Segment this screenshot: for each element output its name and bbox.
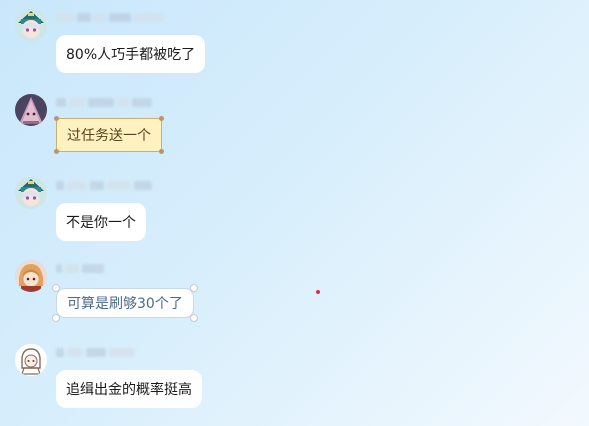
sender-name-blurred: [56, 11, 166, 24]
message-text: 可算是刷够30个了: [67, 296, 183, 312]
message-text: 80%人巧手都被吃了: [66, 47, 196, 63]
message-text: 不是你一个: [66, 215, 136, 231]
message-item: 过任务送一个: [0, 94, 589, 174]
sender-name-blurred: [56, 96, 166, 109]
bubble-corner-ornament: [189, 314, 198, 322]
message-text: 追缉出金的概率挺高: [66, 382, 192, 398]
avatar[interactable]: [15, 177, 47, 209]
message-item: 80%人巧手都被吃了: [0, 9, 589, 89]
avatar[interactable]: [15, 260, 47, 292]
sender-name-blurred: [56, 262, 166, 275]
message-bubble[interactable]: 80%人巧手都被吃了: [56, 35, 206, 73]
message-item: 可算是刷够30个了: [0, 260, 589, 340]
message-bubble[interactable]: 可算是刷够30个了: [52, 284, 198, 322]
bubble-corner-ornament: [54, 116, 59, 121]
chat-message-list: 80%人巧手都被吃了 过任务送一个 不是你一个 可算是刷够30个了 追缉出金的概…: [0, 0, 589, 426]
bubble-corner-ornament: [189, 284, 198, 292]
pink-plush-icon: [15, 94, 47, 126]
avatar[interactable]: [15, 9, 47, 41]
red-dot-marker: [316, 290, 320, 294]
message-item: 追缉出金的概率挺高: [0, 344, 589, 424]
avatar[interactable]: [15, 94, 47, 126]
avatar[interactable]: [15, 344, 47, 376]
bubble-corner-ornament: [52, 314, 60, 322]
bubble-corner-ornament: [159, 149, 164, 154]
bubble-corner-ornament: [52, 284, 60, 292]
bubble-corner-ornament: [54, 149, 59, 154]
orange-hair-character-icon: [15, 260, 47, 292]
sketch-character-icon: [15, 344, 47, 376]
message-bubble[interactable]: 追缉出金的概率挺高: [56, 370, 202, 408]
sender-name-blurred: [56, 179, 166, 192]
anime-girl-teal-hat-icon: [15, 9, 47, 41]
sender-name-blurred: [56, 346, 166, 359]
anime-girl-teal-hat-icon: [15, 177, 47, 209]
message-bubble[interactable]: 不是你一个: [56, 203, 146, 241]
message-item: 不是你一个: [0, 177, 589, 257]
message-text: 过任务送一个: [67, 128, 151, 144]
bubble-corner-ornament: [159, 116, 164, 121]
message-bubble[interactable]: 过任务送一个: [54, 116, 164, 154]
